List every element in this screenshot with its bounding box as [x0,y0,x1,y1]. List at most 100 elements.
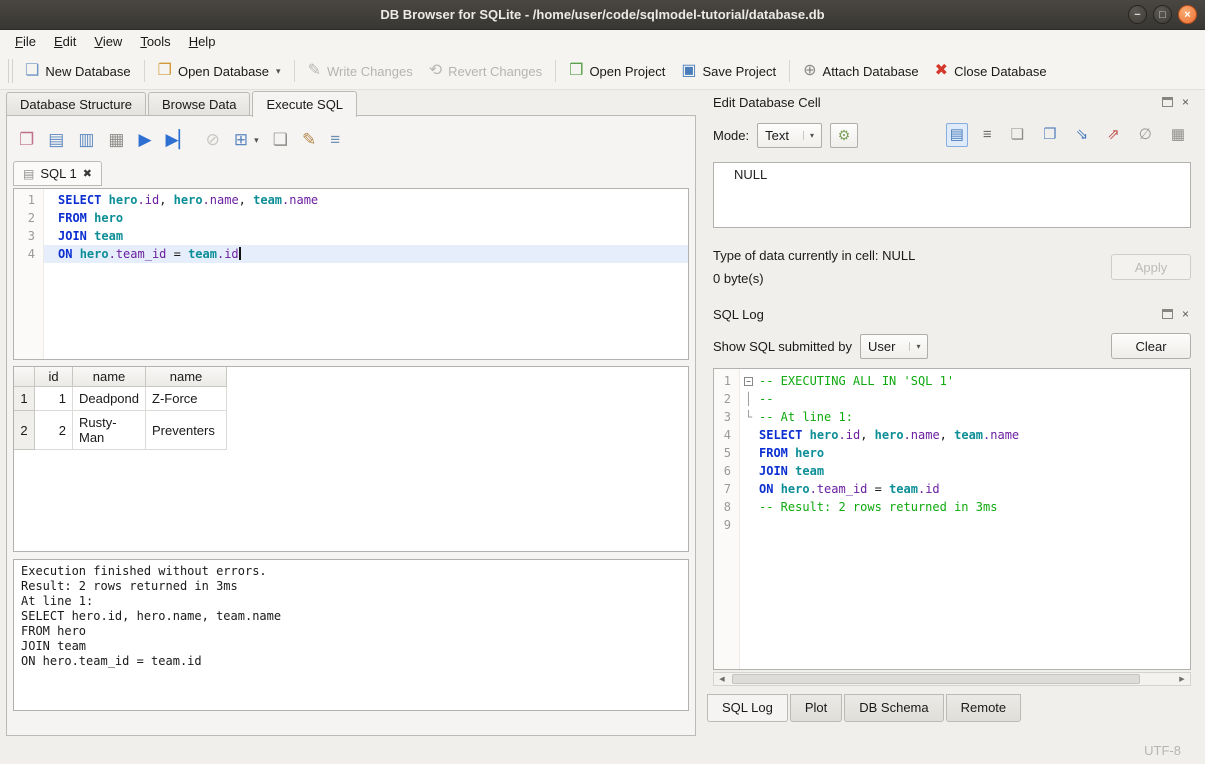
import-text-icon[interactable]: ⇘ [1072,123,1093,147]
dock-tab-db-schema[interactable]: DB Schema [844,694,943,722]
main-tab-bar: Database StructureBrowse DataExecute SQL [6,90,359,116]
close-database-button[interactable]: ✖Close Database [927,58,1055,84]
log-horizontal-scrollbar[interactable]: ◀ ▶ [713,672,1191,686]
new-content-icon[interactable]: ❏ [1007,123,1028,147]
save-sql-file-icon[interactable]: ▤ [48,131,64,149]
code-line[interactable]: ON hero.team_id = team.id [44,245,688,263]
close-dock-icon[interactable] [1180,309,1191,319]
dropdown-arrow-icon[interactable]: ▾ [254,135,259,146]
fold-marker[interactable]: − [740,372,757,390]
dropdown-arrow-icon[interactable]: ▾ [276,66,281,77]
save-project-button[interactable]: ▣Save Project [673,58,784,84]
results-grid[interactable]: idnamename11DeadpondZ-Force22Rusty-ManPr… [13,366,689,552]
column-header[interactable]: name [146,367,227,387]
log-filter-value: User [868,339,895,354]
maximize-button[interactable]: □ [1153,5,1172,24]
mode-select[interactable]: Text [757,123,822,148]
row-header[interactable]: 2 [14,411,35,450]
dock-tab-plot[interactable]: Plot [790,694,842,722]
code-line[interactable]: SELECT hero.id, hero.name, team.name [44,191,688,209]
dock-tab-sql-log[interactable]: SQL Log [707,694,788,722]
cell[interactable]: 1 [35,387,73,411]
toolbar-buttons: ❏New Database❐Open Database▾✎Write Chang… [17,58,1055,84]
attach-database-button[interactable]: ⊕Attach Database [795,58,927,84]
scroll-left-icon[interactable]: ◀ [714,673,730,685]
editor-code[interactable]: SELECT hero.id, hero.name, team.nameFROM… [44,189,688,359]
execute-sql-pane: ❐▤▥▦▶▶▏⊘⊞▾❏✎≡ ▤SQL 1✖ 1234 SELECT hero.i… [6,115,696,736]
encoding-indicator: UTF-8 [1144,743,1181,758]
open-database-button[interactable]: ❐Open Database▾ [150,58,289,84]
open-project-icon: ❒ [569,63,583,79]
cell[interactable]: Deadpond [73,387,146,411]
menu-help[interactable]: Help [180,32,225,51]
column-header[interactable]: name [73,367,146,387]
corner-header[interactable] [14,367,35,387]
sql-file-icon: ▤ [23,167,34,181]
sql-log-view[interactable]: 123456789 −│└ -- EXECUTING ALL IN 'SQL 1… [713,368,1191,670]
code-line[interactable]: JOIN team [44,227,688,245]
execute-all-icon[interactable]: ▶ [138,131,151,149]
cell[interactable]: 2 [35,411,73,450]
word-wrap-icon[interactable]: ≡ [330,131,340,149]
open-sql-file-icon[interactable]: ❐ [19,131,34,149]
cell[interactable]: Preventers [146,411,227,450]
copy-content-icon[interactable]: ❐ [1039,123,1060,147]
text-view-icon[interactable]: ▤ [946,123,968,147]
export-text-icon[interactable]: ⇗ [1103,123,1124,147]
execute-line-icon[interactable]: ▶▏ [166,131,192,149]
title-bar: DB Browser for SQLite - /home/user/code/… [0,0,1205,30]
menu-tools[interactable]: Tools [131,32,179,51]
cell-editor-toolbar: Mode: Text ⚙ ▤≡❏❐⇘⇗∅▦ [713,122,1191,148]
toolbar-separator [294,60,295,82]
code-line[interactable]: FROM hero [44,209,688,227]
auto-mode-button[interactable]: ⚙ [830,123,858,148]
scroll-right-icon[interactable]: ▶ [1174,673,1190,685]
close-button[interactable]: × [1178,5,1197,24]
dock-tab-remote[interactable]: Remote [946,694,1022,722]
close-tab-icon[interactable]: ✖ [83,167,92,180]
word-wrap-icon[interactable]: ≡ [979,123,996,147]
edit-cell-dock-header: Edit Database Cell [713,92,1191,112]
save-sql-as-icon[interactable]: ▥ [78,131,94,149]
fold-marker: └ [740,408,757,426]
tab-database-structure[interactable]: Database Structure [6,92,146,116]
float-dock-icon[interactable] [1162,97,1173,107]
line-number: 8 [714,498,739,516]
log-line: ON hero.team_id = team.id [757,480,1190,498]
print-cell-icon[interactable]: ▦ [1167,123,1189,147]
row-header[interactable]: 1 [14,387,35,411]
open-project-button[interactable]: ❒Open Project [561,58,673,84]
tab-browse-data[interactable]: Browse Data [148,92,250,116]
log-line: -- [757,390,1190,408]
close-dock-icon[interactable] [1180,97,1191,107]
menu-edit[interactable]: Edit [45,32,85,51]
menu-file[interactable]: File [6,32,45,51]
sql-editor[interactable]: 1234 SELECT hero.id, hero.name, team.nam… [13,188,689,360]
set-null-icon[interactable]: ∅ [1135,123,1156,147]
toolbar-handle[interactable] [8,59,13,83]
right-dock: Edit Database Cell Mode: Text ⚙ ▤≡❏❐⇘⇗∅▦… [705,90,1199,736]
scrollbar-track[interactable] [730,673,1174,685]
cell[interactable]: Rusty-Man [73,411,146,450]
save-results-view-icon[interactable]: ⊞ [234,131,248,149]
cell-value-editor[interactable]: NULL [713,162,1191,228]
cell[interactable]: Z-Force [146,387,227,411]
sql-tab[interactable]: ▤SQL 1✖ [13,161,102,186]
edit-sql-icon[interactable]: ✎ [302,131,316,149]
collapse-icon[interactable]: − [744,377,753,386]
float-dock-icon[interactable] [1162,309,1173,319]
export-results-icon[interactable]: ❏ [273,131,288,149]
column-header[interactable]: id [35,367,73,387]
apply-button[interactable]: Apply [1111,254,1191,280]
print-sql-icon[interactable]: ▦ [108,131,124,149]
new-database-button[interactable]: ❏New Database [17,58,139,84]
scrollbar-thumb[interactable] [732,674,1140,684]
line-number: 3 [14,227,43,245]
clear-log-button[interactable]: Clear [1111,333,1191,359]
log-filter-select[interactable]: User [860,334,928,359]
dropdown-arrow-icon [803,131,814,140]
menu-view[interactable]: View [85,32,131,51]
revert-changes-icon: ⟲ [429,63,442,79]
minimize-button[interactable]: − [1128,5,1147,24]
tab-execute-sql[interactable]: Execute SQL [252,91,357,117]
